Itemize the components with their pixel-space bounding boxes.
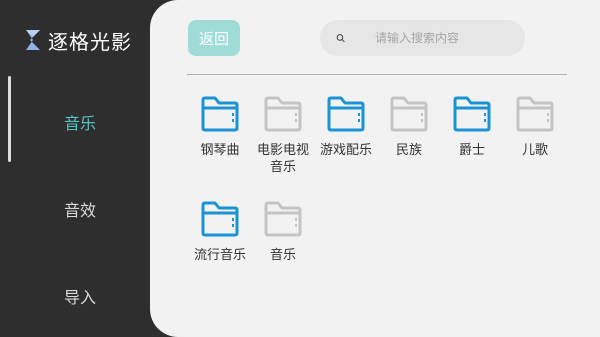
search-icon xyxy=(336,34,345,43)
brand: 逐格光影 xyxy=(24,24,132,56)
folder-item[interactable]: 钢琴曲 xyxy=(188,96,252,159)
sidebar-item-music[interactable]: 音乐 xyxy=(0,110,160,134)
folder-item[interactable]: 游戏配乐 xyxy=(314,96,378,159)
folder-icon xyxy=(327,96,365,132)
search-bar[interactable] xyxy=(320,20,525,56)
folder-item[interactable]: 爵士 xyxy=(440,96,504,159)
divider xyxy=(187,74,567,75)
folder-label: 流行音乐 xyxy=(193,248,246,263)
folder-label: 民族 xyxy=(395,143,422,158)
folder-label: 儿歌 xyxy=(521,143,548,158)
search-input[interactable] xyxy=(375,31,525,45)
app-logo-icon xyxy=(26,30,40,50)
folder-icon xyxy=(264,96,302,132)
main-panel: 返回 钢琴曲 电影电视音乐游戏配乐 民族 爵士 儿歌流行音乐 音乐 xyxy=(150,0,600,337)
folder-label: 电影电视 音乐 xyxy=(256,143,309,175)
folder-icon xyxy=(453,96,491,132)
folder-item[interactable]: 电影电视 音乐 xyxy=(251,96,315,176)
folder-icon xyxy=(264,201,302,237)
folder-label: 游戏配乐 xyxy=(319,143,372,158)
sidebar: 逐格光影 音乐 音效 导入 xyxy=(0,0,160,337)
folder-icon xyxy=(201,201,239,237)
folder-label: 钢琴曲 xyxy=(200,143,240,158)
folder-icon xyxy=(390,96,428,132)
folder-item[interactable]: 儿歌 xyxy=(503,96,567,159)
folder-item[interactable]: 民族 xyxy=(377,96,441,159)
folder-icon xyxy=(201,96,239,132)
sidebar-item-sound-effects[interactable]: 音效 xyxy=(0,197,160,221)
folder-icon xyxy=(516,96,554,132)
folder-label: 爵士 xyxy=(458,143,485,158)
back-button[interactable]: 返回 xyxy=(188,20,240,56)
folder-label: 音乐 xyxy=(269,248,296,263)
app-title: 逐格光影 xyxy=(48,29,132,54)
sidebar-item-import[interactable]: 导入 xyxy=(0,284,160,308)
folder-item[interactable]: 流行音乐 xyxy=(188,201,252,264)
folder-item[interactable]: 音乐 xyxy=(251,201,315,264)
